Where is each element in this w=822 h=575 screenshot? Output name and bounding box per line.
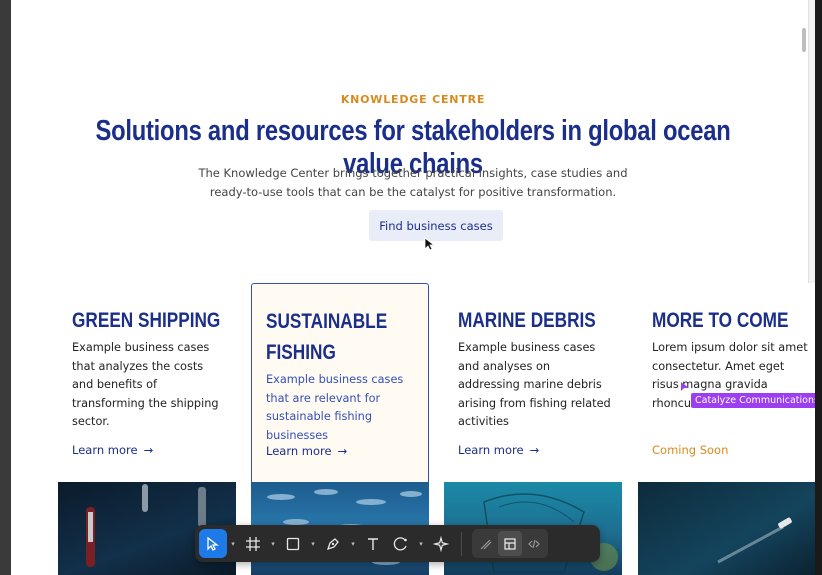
- dev-mode-icon: [528, 539, 540, 548]
- card-description: Example business cases that are relevant…: [266, 373, 404, 442]
- card-title: GREEN SHIPPING: [72, 309, 221, 332]
- left-panel-edge: [0, 0, 11, 575]
- ai-icon: [433, 535, 449, 552]
- design-toolbar: ▾ ▾ ▾ ▾ ▾: [195, 525, 600, 562]
- draw-mode-icon: [480, 539, 492, 549]
- design-mode-icon: [504, 537, 516, 550]
- card-title: SUSTAINABLE FISHING: [266, 310, 388, 364]
- coming-soon-label: Coming Soon: [652, 443, 729, 457]
- collaborator-name-tag: Catalyze Communications: [691, 393, 815, 408]
- card-green-shipping[interactable]: GREEN SHIPPING Example business cases th…: [58, 283, 236, 483]
- chevron-down-icon[interactable]: ▾: [267, 529, 279, 558]
- rectangle-tool[interactable]: [279, 529, 307, 558]
- move-tool[interactable]: [199, 529, 227, 558]
- dev-mode-button[interactable]: [522, 531, 546, 556]
- pen-tool[interactable]: [319, 529, 347, 558]
- toolbar-divider: [461, 531, 462, 556]
- chevron-down-icon[interactable]: ▾: [347, 529, 359, 558]
- link-label: Learn more: [72, 443, 138, 457]
- learn-more-link[interactable]: Learn more →: [72, 443, 153, 457]
- card-image-boat: [638, 482, 815, 575]
- text-icon: [368, 537, 378, 550]
- scrollbar-thumb[interactable]: [802, 28, 806, 52]
- card-description: Example business cases that analyzes the…: [72, 341, 219, 428]
- collaborator-cursor-icon: [681, 382, 689, 391]
- card-title: MARINE DEBRIS: [458, 309, 596, 332]
- rectangle-icon: [286, 537, 300, 550]
- card-sustainable-fishing[interactable]: SUSTAINABLE FISHING Example business cas…: [251, 283, 429, 483]
- learn-more-link[interactable]: Learn more →: [266, 444, 347, 458]
- chevron-down-icon[interactable]: ▾: [227, 529, 239, 558]
- card-marine-debris[interactable]: MARINE DEBRIS Example business cases and…: [444, 283, 622, 483]
- arrow-right-icon: →: [143, 443, 154, 457]
- chevron-down-icon[interactable]: ▾: [415, 529, 427, 558]
- frame-tool[interactable]: [239, 529, 267, 558]
- chevron-down-icon[interactable]: ▾: [307, 529, 319, 558]
- canvas-frame: KNOWLEDGE CENTRE Solutions and resources…: [11, 0, 815, 575]
- design-mode-button[interactable]: [498, 531, 522, 556]
- shape-tool[interactable]: [387, 529, 415, 558]
- mode-switcher: [472, 529, 548, 558]
- card-title: MORE TO COME: [652, 309, 789, 332]
- find-business-cases-button[interactable]: Find business cases: [369, 210, 503, 241]
- link-label: Learn more: [266, 444, 332, 458]
- link-label: Learn more: [458, 443, 524, 457]
- ai-tool[interactable]: [427, 529, 455, 558]
- pen-icon: [326, 537, 339, 550]
- move-icon: [207, 536, 219, 551]
- arrow-right-icon: →: [529, 443, 540, 457]
- card-description: Example business cases and analyses on a…: [458, 341, 611, 428]
- card-more-to-come[interactable]: MORE TO COME Lorem ipsum dolor sit amet …: [638, 283, 815, 483]
- draw-mode-button[interactable]: [474, 531, 498, 556]
- shape-icon: [393, 536, 407, 550]
- mouse-cursor-icon: [424, 237, 436, 251]
- text-tool[interactable]: [359, 529, 387, 558]
- learn-more-link[interactable]: Learn more →: [458, 443, 539, 457]
- frame-icon: [246, 536, 260, 551]
- page-subtitle: The Knowledge Center brings together pra…: [198, 166, 628, 199]
- arrow-right-icon: →: [337, 444, 348, 458]
- section-eyebrow: KNOWLEDGE CENTRE: [340, 93, 486, 106]
